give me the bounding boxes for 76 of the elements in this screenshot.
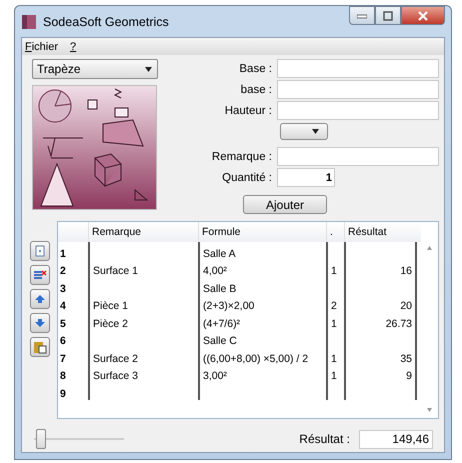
caret-icon bbox=[312, 129, 319, 134]
field-label: Quantité : bbox=[221, 172, 272, 184]
shape-dropdown[interactable]: Trapèze bbox=[32, 59, 158, 79]
row-number: 6 bbox=[59, 334, 67, 347]
zoom-slider[interactable] bbox=[32, 429, 124, 449]
field-label: Remarque : bbox=[210, 150, 272, 162]
table-cell: ((6,00+8,00) ×5,00) / 2 bbox=[198, 347, 326, 364]
total-field[interactable]: 149,46 bbox=[359, 430, 433, 448]
text-field[interactable] bbox=[277, 101, 439, 120]
menu-item[interactable]: Fichier bbox=[25, 40, 58, 52]
paste-button[interactable] bbox=[30, 337, 50, 357]
row-number: 2 bbox=[59, 264, 67, 277]
text-field[interactable] bbox=[277, 59, 439, 78]
minimize-icon bbox=[357, 12, 367, 18]
down-arrow-icon bbox=[34, 317, 46, 329]
table-cell: Surface 2 bbox=[88, 347, 198, 364]
table-cell: 2 bbox=[326, 294, 344, 312]
column-header[interactable]: Résultat bbox=[344, 222, 417, 242]
quantity-field[interactable]: 1 bbox=[277, 168, 335, 187]
table-cell: (4+7/6)² bbox=[198, 312, 326, 330]
menu-item[interactable]: ? bbox=[70, 40, 76, 52]
caret-icon bbox=[145, 66, 152, 72]
text-field[interactable] bbox=[277, 147, 439, 166]
delete-button[interactable] bbox=[30, 265, 50, 285]
table-cell: Pièce 1 bbox=[88, 294, 198, 312]
down-button[interactable] bbox=[30, 313, 50, 333]
field-label: Base : bbox=[238, 62, 272, 74]
scroll-up-icon[interactable] bbox=[427, 246, 432, 250]
maximize-icon bbox=[383, 10, 393, 20]
table-cell: Pièce 2 bbox=[88, 312, 198, 330]
minimize-button[interactable] bbox=[349, 6, 375, 25]
table-cell: 3,00² bbox=[198, 364, 326, 382]
row-number: 1 bbox=[59, 246, 67, 260]
table-cell: Surface 1 bbox=[88, 260, 198, 277]
field-label: Hauteur : bbox=[224, 104, 272, 116]
up-arrow-icon bbox=[34, 293, 46, 305]
table-cell: 16 bbox=[344, 260, 417, 277]
close-icon bbox=[417, 10, 429, 20]
table-cell: 1 bbox=[326, 347, 344, 364]
close-button[interactable] bbox=[401, 6, 445, 25]
table-cell: Salle A bbox=[198, 242, 326, 260]
text-field[interactable] bbox=[277, 80, 439, 99]
app-icon bbox=[21, 14, 37, 30]
scroll-down-icon[interactable] bbox=[427, 408, 432, 412]
field-label: base : bbox=[240, 84, 272, 96]
table-cell: 4,00² bbox=[198, 260, 326, 277]
table-cell: Salle C bbox=[198, 330, 326, 347]
table-cell: 26.73 bbox=[344, 312, 417, 330]
row-number: 4 bbox=[59, 299, 67, 312]
column-header[interactable]: Formule bbox=[198, 222, 326, 242]
table-cell: 1 bbox=[326, 260, 344, 277]
delete-rows-icon bbox=[33, 269, 47, 281]
table-cell: 1 bbox=[326, 364, 344, 382]
unit-dropdown[interactable] bbox=[280, 123, 328, 140]
table-cell: 1 bbox=[326, 312, 344, 330]
maximize-button[interactable] bbox=[375, 6, 401, 25]
table-cell: 20 bbox=[344, 294, 417, 312]
table-cell: (2+3)×2,00 bbox=[198, 294, 326, 312]
table-cell: 9 bbox=[344, 364, 417, 382]
page-icon bbox=[34, 245, 46, 257]
up-button[interactable] bbox=[30, 289, 50, 309]
clipboard-icon bbox=[33, 340, 47, 354]
window-title: SodeaSoft Geometrics bbox=[43, 14, 169, 28]
column-header[interactable]: . bbox=[326, 222, 344, 242]
column-header[interactable]: Remarque bbox=[88, 222, 198, 242]
table-cell: 35 bbox=[344, 347, 417, 364]
add-button[interactable]: Ajouter bbox=[243, 195, 327, 214]
page-button[interactable] bbox=[30, 241, 50, 261]
row-number: 7 bbox=[59, 352, 67, 364]
total-label: Résultat : bbox=[299, 432, 350, 446]
row-number: 3 bbox=[59, 282, 67, 294]
row-number: 8 bbox=[59, 369, 67, 382]
row-number: 5 bbox=[59, 316, 67, 330]
table-cell: Surface 3 bbox=[88, 364, 198, 382]
row-number: 9 bbox=[59, 386, 67, 400]
table-cell: Salle B bbox=[198, 277, 326, 294]
